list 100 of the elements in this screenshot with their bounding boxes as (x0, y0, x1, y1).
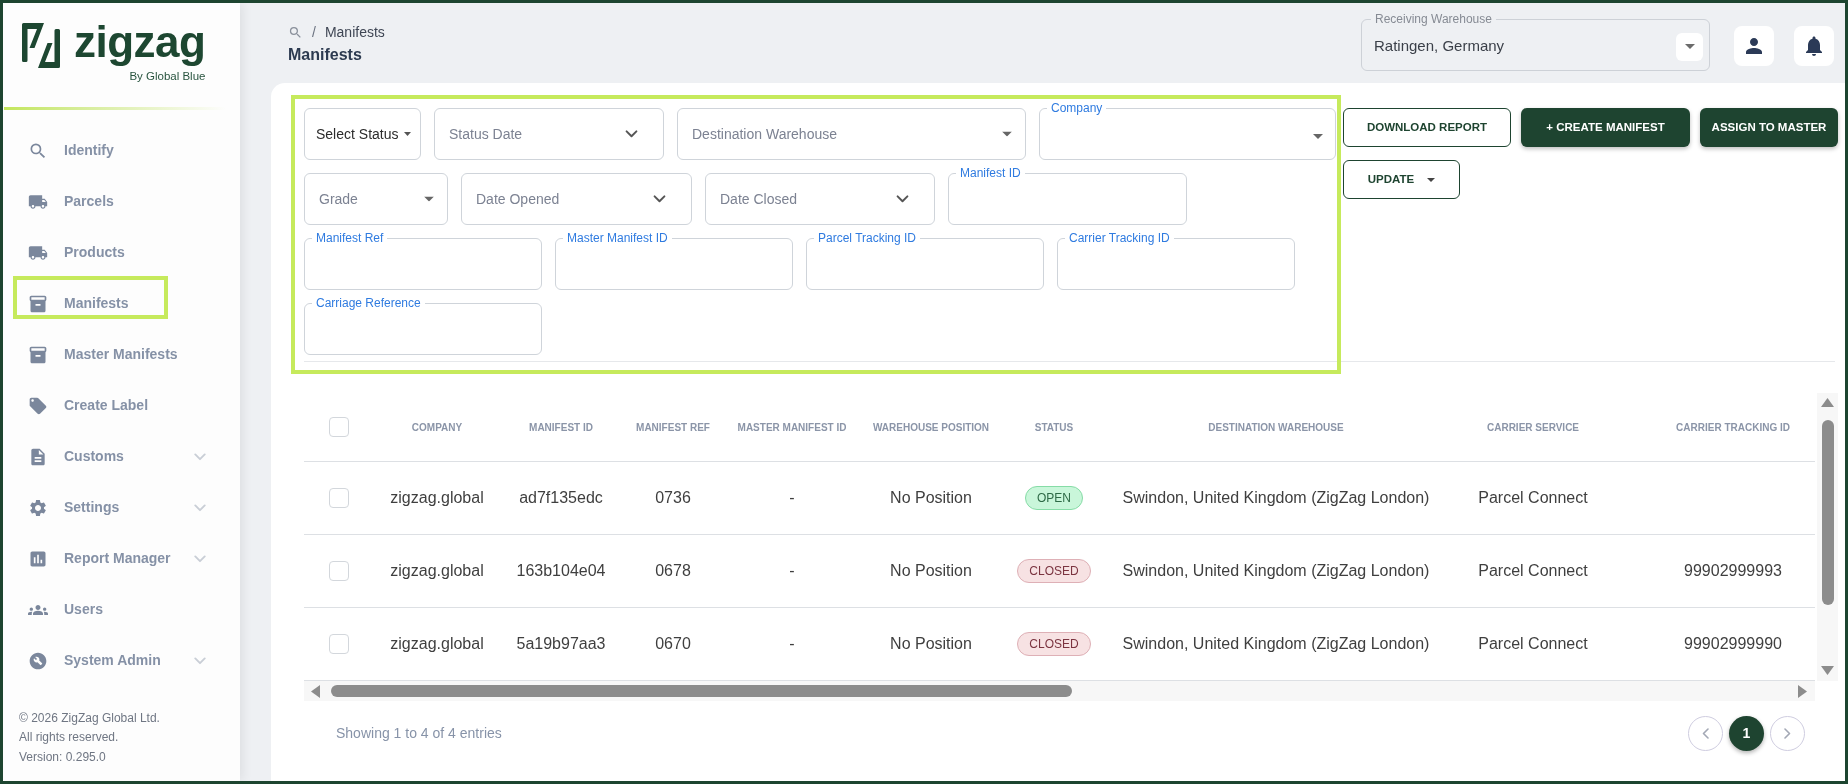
nav-item[interactable]: Products (3, 227, 240, 278)
logo-icon (22, 23, 60, 68)
chevron-down-icon (625, 130, 638, 138)
company-text: zigzag.global (390, 561, 484, 581)
destination-warehouse-text: Swindon, United Kingdom (ZigZag London) (1122, 561, 1430, 581)
dropdown-field[interactable]: Company (1039, 101, 1336, 160)
archive-box-icon (28, 293, 48, 314)
nav-item[interactable]: Parcels (3, 176, 240, 227)
column-header: MANIFEST ID (529, 420, 593, 435)
master-manifest-id-text: - (789, 488, 795, 508)
manifest-id-text: 5a19b97aa3 (516, 634, 606, 654)
text-field[interactable]: Carriage Reference (304, 296, 542, 355)
notifications-button[interactable] (1794, 26, 1834, 66)
nav-item[interactable]: Create Label (3, 380, 240, 431)
field-label: Receiving Warehouse (1374, 12, 1493, 26)
manifest-id-text: 163b104e04 (516, 561, 606, 581)
warehouse-position-text: No Position (890, 488, 972, 508)
text-field[interactable]: Carrier Tracking ID (1057, 231, 1295, 290)
warehouse-select[interactable]: Receiving Warehouse Ratingen, Germany (1361, 12, 1710, 71)
field-label: Carrier Tracking ID (1068, 231, 1171, 245)
warehouse-position-text: No Position (890, 634, 972, 654)
column-header: DESTINATION WAREHOUSE (1208, 420, 1344, 435)
nav-item[interactable]: Report Manager (3, 533, 240, 584)
logo-wordmark: zigzag (74, 20, 206, 64)
nav-item[interactable]: Customs (3, 431, 240, 482)
breadcrumb-text: Manifests (324, 22, 385, 42)
archive-box-icon (28, 344, 48, 365)
search-icon[interactable] (288, 24, 303, 40)
destination-warehouse-text: Swindon, United Kingdom (ZigZag London) (1122, 488, 1430, 508)
warehouse-position-text: No Position (890, 561, 972, 581)
profile-button[interactable] (1734, 26, 1774, 66)
text-field[interactable]: Parcel Tracking ID (806, 231, 1044, 290)
footer-text: All rights reserved. (19, 729, 119, 746)
row-checkbox[interactable] (329, 488, 349, 508)
page-title: Manifests (288, 45, 362, 65)
manifest-ref-text: 0736 (655, 488, 691, 508)
vertical-scrollbar[interactable] (1817, 393, 1838, 681)
column-header: STATUS (1034, 420, 1074, 435)
dropdown-field[interactable]: Destination Warehouse (677, 108, 1026, 160)
field-label: Manifest Ref (315, 231, 385, 245)
field-label: Company (1050, 101, 1104, 115)
caret-down-icon[interactable] (1821, 666, 1834, 675)
logo-tagline: By Global Blue (129, 69, 206, 83)
column-header: WAREHOUSE POSITION (872, 420, 990, 435)
chevron-down-icon (896, 195, 909, 203)
nav-item[interactable]: System Admin (3, 635, 240, 686)
caret-left-icon[interactable] (311, 684, 320, 698)
settings-icon (28, 497, 48, 518)
status-badge: CLOSED (1017, 632, 1091, 656)
caret-down-icon (1684, 44, 1695, 49)
carrier-service-text: Parcel Connect (1478, 561, 1588, 581)
create-manifest-button[interactable]: + CREATE MANIFEST (1521, 108, 1690, 147)
update-button[interactable]: UPDATE (1343, 160, 1460, 199)
field-label: Parcel Tracking ID (817, 231, 918, 245)
status-badge: OPEN (1025, 486, 1083, 510)
destination-warehouse-text: Swindon, United Kingdom (ZigZag London) (1122, 634, 1430, 654)
scrollbar-thumb[interactable] (331, 685, 1072, 697)
date-field[interactable]: Date Opened (461, 173, 692, 225)
nav-item[interactable]: Settings (3, 482, 240, 533)
scrollbar-thumb[interactable] (1821, 420, 1834, 605)
tag-icon (28, 395, 48, 416)
text-field[interactable]: Manifest ID (948, 166, 1187, 225)
caret-down-icon (1427, 177, 1436, 182)
caret-down-icon (403, 132, 411, 136)
manifest-id-text: ad7f135edc (519, 488, 603, 508)
horizontal-scrollbar[interactable] (304, 681, 1815, 701)
date-field[interactable]: Date Closed (705, 173, 935, 225)
column-header: COMPANY (411, 420, 463, 435)
field-label: Manifest ID (959, 166, 1022, 180)
field-label: Carriage Reference (315, 296, 422, 310)
document-icon (28, 446, 48, 467)
select-field[interactable]: Select Status (304, 108, 421, 160)
caret-down-icon (1002, 131, 1012, 137)
chevron-down-icon (653, 195, 666, 203)
text-field[interactable]: Manifest Ref (304, 231, 542, 290)
nav-item[interactable]: Master Manifests (3, 329, 240, 380)
download-report-button[interactable]: DOWNLOAD REPORT (1343, 108, 1511, 147)
page-button[interactable]: 1 (1729, 716, 1764, 751)
nav-item[interactable]: Identify (3, 125, 240, 176)
carrier-service-text: Parcel Connect (1478, 634, 1588, 654)
carrier-service-text: Parcel Connect (1478, 488, 1588, 508)
row-checkbox[interactable] (329, 561, 349, 581)
wrench-icon (28, 650, 48, 671)
date-field[interactable]: Status Date (434, 108, 664, 160)
select-all-checkbox[interactable] (329, 417, 349, 437)
breadcrumb-separator: / (312, 22, 316, 42)
dropdown-field[interactable]: Grade (304, 173, 448, 225)
caret-right-icon[interactable] (1798, 684, 1807, 698)
caret-up-icon[interactable] (1821, 398, 1834, 407)
column-header: CARRIER TRACKING ID (1676, 420, 1790, 435)
nav-item[interactable]: Users (3, 584, 240, 635)
manifest-ref-text: 0670 (655, 634, 691, 654)
assign-to-master-button[interactable]: ASSIGN TO MASTER (1700, 108, 1838, 147)
column-header: MANIFEST REF (636, 420, 710, 435)
footer-text: Version: 0.295.0 (19, 748, 106, 766)
column-header: MASTER MANIFEST ID (737, 420, 847, 435)
nav-item[interactable]: Manifests (3, 278, 240, 329)
text-field[interactable]: Master Manifest ID (555, 231, 793, 290)
dropdown-button[interactable] (1676, 32, 1703, 61)
row-checkbox[interactable] (329, 634, 349, 654)
